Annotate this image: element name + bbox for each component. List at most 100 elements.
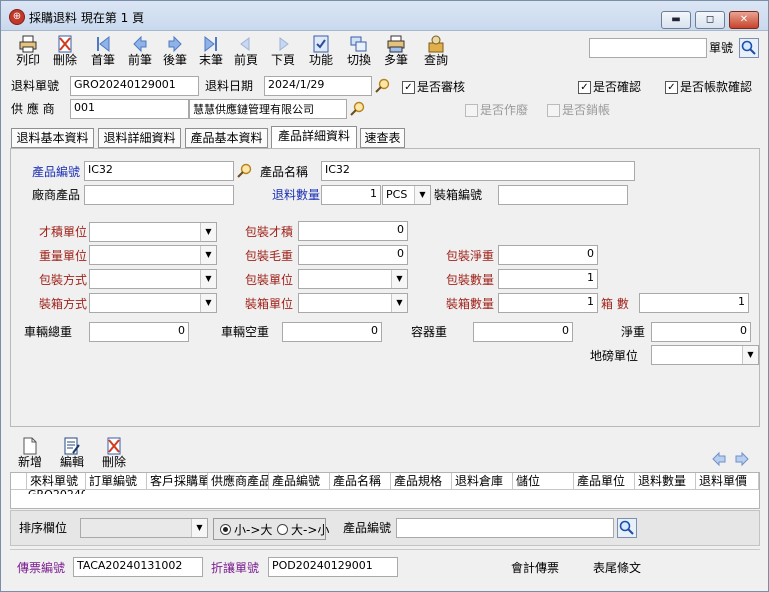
product-code-field[interactable]: IC32 — [84, 161, 234, 181]
product-lookup-icon[interactable] — [236, 162, 254, 180]
col-header-return-price[interactable]: 退料單價 — [696, 473, 759, 490]
sort-product-field[interactable] — [396, 518, 614, 538]
sort-asc-radio[interactable] — [220, 524, 231, 535]
pack-method-select[interactable]: ▼ — [89, 269, 217, 289]
maximize-button[interactable]: ◻ — [695, 11, 725, 29]
ap-confirmed-checkbox[interactable]: ✓ — [665, 81, 678, 94]
chevron-down-icon: ▼ — [200, 270, 216, 288]
footer-text-link[interactable]: 表尾條文 — [593, 560, 641, 576]
pack-qty-field[interactable]: 1 — [498, 269, 598, 289]
vehicle-gross-field[interactable]: 0 — [89, 322, 189, 342]
box-no-field[interactable] — [498, 185, 628, 205]
doc-search-button[interactable] — [739, 38, 759, 58]
return-qty-field[interactable]: 1 — [321, 185, 381, 205]
printer-icon — [19, 35, 37, 53]
col-header-product-spec[interactable]: 產品規格 — [391, 473, 452, 490]
col-header-customer-po[interactable]: 客戶採購單 — [147, 473, 208, 490]
product-name-field[interactable]: IC32 — [321, 161, 635, 181]
supplier-label: 供 應 商 — [11, 102, 55, 116]
supplier-code-field[interactable]: 001 — [70, 99, 189, 119]
col-header-product-name[interactable]: 產品名稱 — [330, 473, 391, 490]
col-header-vendor-product[interactable]: 供應商產品 — [208, 473, 269, 490]
grid-next-icon[interactable] — [734, 451, 750, 467]
next-icon — [168, 35, 182, 53]
next-record-button[interactable]: 後筆 — [157, 33, 193, 69]
confirmed-checkbox[interactable]: ✓ — [578, 81, 591, 94]
col-header-product-code[interactable]: 產品編號 — [269, 473, 330, 490]
vendor-product-field[interactable] — [84, 185, 234, 205]
edit-icon — [64, 437, 80, 455]
return-no-field[interactable]: GRO20240129001 — [70, 76, 199, 96]
print-button[interactable]: 列印 — [10, 33, 46, 69]
next-page-button[interactable]: 下頁 — [265, 33, 301, 69]
tab-quick-lookup[interactable]: 速查表 — [360, 128, 405, 148]
next-page-label: 下頁 — [270, 53, 295, 67]
sort-desc-radio[interactable] — [277, 524, 288, 535]
tab-product-basic[interactable]: 產品基本資料 — [185, 128, 268, 148]
prev-page-button[interactable]: 前頁 — [228, 33, 264, 69]
pack-unit-select[interactable]: ▼ — [298, 269, 408, 289]
scale-unit-label: 地磅單位 — [590, 349, 639, 363]
discount-field[interactable]: POD20240129001 — [268, 557, 398, 577]
switch-button[interactable]: 切換 — [341, 33, 377, 69]
unit-select[interactable]: PCS ▼ — [382, 185, 431, 205]
weight-unit-select[interactable]: ▼ — [89, 245, 217, 265]
closed-checkbox[interactable] — [547, 104, 560, 117]
closed-label: 是否銷帳 — [562, 103, 611, 117]
chevron-down-icon: ▼ — [414, 186, 430, 204]
col-header-return-qty[interactable]: 退料數量 — [635, 473, 696, 490]
return-no-label: 退料單號 — [11, 79, 60, 93]
return-date-label: 退料日期 — [205, 79, 254, 93]
pack-net-field[interactable]: 0 — [498, 245, 598, 265]
minimize-button[interactable]: ▬ — [661, 11, 691, 29]
first-record-button[interactable]: 首筆 — [85, 33, 121, 69]
date-lookup-icon[interactable] — [374, 77, 392, 95]
grid-row-partial[interactable]: GRO20240129001 — [28, 490, 85, 494]
supplier-name-field[interactable]: 慧慧供應鏈管理有限公司 — [189, 99, 347, 119]
pack-cuft-field[interactable]: 0 — [298, 221, 408, 241]
pack-gross-field[interactable]: 0 — [298, 245, 408, 265]
accounting-voucher-link[interactable]: 會計傳票 — [511, 560, 559, 576]
functions-button[interactable]: 功能 — [303, 33, 339, 69]
cuft-unit-select[interactable]: ▼ — [89, 222, 217, 242]
grid-corner — [11, 473, 27, 490]
supplier-lookup-icon[interactable] — [349, 100, 367, 118]
box-qty-field[interactable]: 1 — [498, 293, 598, 313]
delete-button[interactable]: 刪除 — [47, 33, 83, 69]
multi-button[interactable]: 多筆 — [378, 33, 414, 69]
query-button[interactable]: 查詢 — [418, 33, 454, 69]
pack-method-label: 包裝方式 — [39, 273, 88, 287]
delete-label: 刪除 — [52, 53, 77, 67]
container-label: 容器重 — [411, 325, 448, 339]
return-date-field[interactable]: 2024/1/29 — [264, 76, 372, 96]
net-field[interactable]: 0 — [651, 322, 751, 342]
col-header-unit[interactable]: 產品單位 — [574, 473, 635, 490]
close-button[interactable]: ✕ — [729, 11, 759, 29]
sort-search-button[interactable] — [617, 518, 637, 538]
boxes-field[interactable]: 1 — [639, 293, 749, 313]
col-header-warehouse[interactable]: 退料倉庫 — [452, 473, 513, 490]
tab-product-detail[interactable]: 產品詳細資料 — [271, 126, 357, 148]
col-header-location[interactable]: 儲位 — [513, 473, 574, 490]
grid-edit-button[interactable]: 編輯 — [55, 435, 89, 471]
voucher-field[interactable]: TACA20240131002 — [73, 557, 203, 577]
col-header-order-no[interactable]: 訂單編號 — [86, 473, 147, 490]
grid-delete-button[interactable]: 刪除 — [97, 435, 131, 471]
container-field[interactable]: 0 — [473, 322, 573, 342]
tab-return-basic[interactable]: 退料基本資料 — [11, 128, 94, 148]
prev-record-button[interactable]: 前筆 — [122, 33, 158, 69]
return-qty-label: 退料數量 — [272, 188, 321, 202]
scale-unit-select[interactable]: ▼ — [651, 345, 759, 365]
vehicle-empty-field[interactable]: 0 — [282, 322, 382, 342]
doc-no-search-input[interactable] — [589, 38, 707, 58]
box-unit-select[interactable]: ▼ — [298, 293, 408, 313]
grid-prev-icon[interactable] — [711, 451, 727, 467]
reviewed-checkbox[interactable]: ✓ — [402, 81, 415, 94]
tab-return-detail[interactable]: 退料詳細資料 — [98, 128, 181, 148]
box-method-select[interactable]: ▼ — [89, 293, 217, 313]
sort-field-select[interactable]: ▼ — [80, 518, 208, 538]
grid-add-button[interactable]: 新增 — [13, 435, 47, 471]
voided-checkbox[interactable] — [465, 104, 478, 117]
last-record-button[interactable]: 末筆 — [193, 33, 229, 69]
col-header-source-no[interactable]: 來料單號 — [27, 473, 86, 490]
